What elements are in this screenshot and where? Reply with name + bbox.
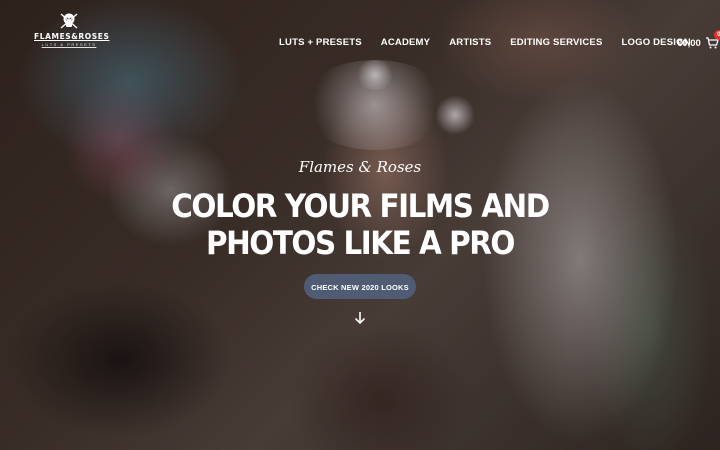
brand-name: FLAMES&ROSES bbox=[34, 32, 110, 41]
skull-logo-icon bbox=[60, 13, 78, 29]
hero-headline-line-2: PHOTOS LIKE A PRO bbox=[206, 224, 515, 262]
hero-section: FLAMES&ROSES LUTS & PRESETS LUTS + PRESE… bbox=[0, 0, 720, 450]
main-navigation: LUTS + PRESETS ACADEMY ARTISTS EDITING S… bbox=[279, 37, 710, 48]
nav-item-academy[interactable]: ACADEMY bbox=[381, 37, 430, 48]
cart-total: €0,00 bbox=[677, 37, 701, 49]
site-header: FLAMES&ROSES LUTS & PRESETS LUTS + PRESE… bbox=[0, 0, 720, 86]
hero-headline: COLOR YOUR FILMS AND PHOTOS LIKE A PRO bbox=[29, 188, 691, 262]
nav-item-luts-presets[interactable]: LUTS + PRESETS bbox=[279, 37, 362, 48]
brand-logo[interactable]: FLAMES&ROSES LUTS & PRESETS bbox=[34, 10, 110, 47]
hero-tagline: Flames & Roses bbox=[298, 158, 422, 176]
nav-item-artists[interactable]: ARTISTS bbox=[449, 37, 491, 48]
arrow-down-icon[interactable] bbox=[353, 311, 367, 325]
nav-item-editing-services[interactable]: EDITING SERVICES bbox=[510, 37, 602, 48]
brand-subtitle: LUTS & PRESETS bbox=[41, 42, 97, 47]
hero-headline-line-1: COLOR YOUR FILMS AND bbox=[171, 187, 550, 225]
cart-count-badge: 0 bbox=[713, 30, 720, 40]
cart-link[interactable]: €0,00 0 bbox=[677, 30, 720, 50]
check-new-looks-button[interactable]: CHECK NEW 2020 LOOKS bbox=[304, 274, 416, 299]
cart-icon: 0 bbox=[705, 30, 720, 50]
